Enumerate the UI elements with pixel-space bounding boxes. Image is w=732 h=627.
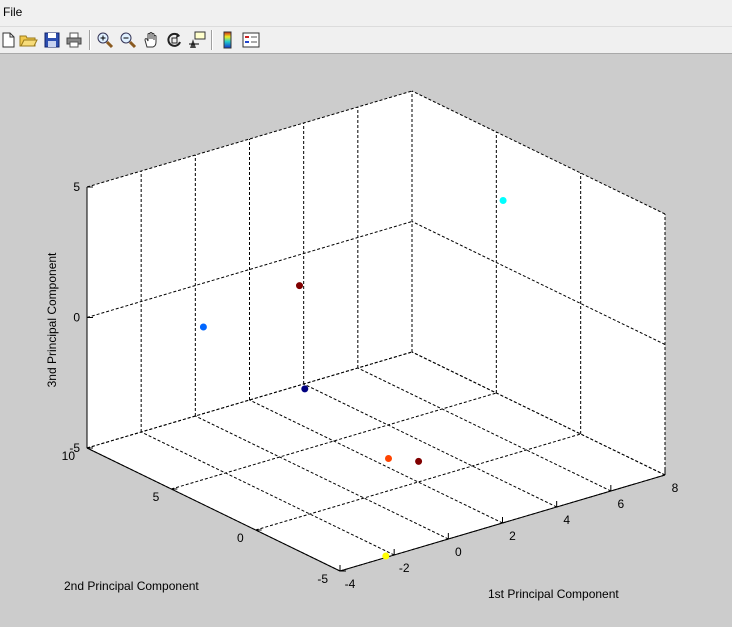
toolbar-separator: [89, 30, 91, 50]
x-tick-label: -4: [345, 577, 356, 591]
scatter-point: [301, 385, 309, 393]
figure-toolbar: [0, 27, 732, 54]
z-tick-label: 5: [73, 180, 80, 194]
open-file-icon[interactable]: [18, 30, 38, 50]
zoom-in-icon[interactable]: [95, 30, 115, 50]
menu-bar: File: [0, 0, 732, 27]
scatter-point: [499, 197, 507, 204]
print-icon[interactable]: [64, 30, 84, 50]
zoom-out-icon[interactable]: [118, 30, 138, 50]
x-tick-label: 2: [509, 529, 516, 543]
scatter-point: [199, 323, 207, 331]
save-icon[interactable]: [42, 30, 62, 50]
3d-scatter-plot[interactable]: -4-202468-50510-505 3nd Principal Compon…: [0, 54, 732, 627]
scatter-point: [415, 457, 423, 465]
x-tick-label: 6: [617, 497, 624, 511]
scatter-point: [385, 455, 392, 462]
legend-icon[interactable]: [241, 30, 261, 50]
z-tick-label: 0: [73, 311, 80, 325]
y-tick-label: 5: [153, 490, 160, 504]
toolbar-separator: [211, 30, 213, 50]
y-tick-label: -5: [317, 572, 328, 586]
menu-file[interactable]: File: [3, 5, 22, 19]
new-figure-icon[interactable]: [0, 30, 18, 50]
x-tick-label: -2: [399, 561, 410, 575]
z-tick-label: -5: [69, 441, 80, 455]
x-tick-label: 0: [455, 545, 462, 559]
rotate-3d-icon[interactable]: [164, 30, 184, 50]
axes-panes: [87, 91, 665, 571]
scatter-point: [382, 552, 390, 560]
pan-hand-icon[interactable]: [141, 30, 161, 50]
scatter-point: [296, 282, 303, 290]
x-tick-label: 4: [563, 513, 570, 527]
z-axis-label: 3nd Principal Component: [45, 252, 59, 387]
colorbar-icon[interactable]: [218, 30, 238, 50]
data-cursor-icon[interactable]: [187, 30, 207, 50]
x-tick-label: 8: [672, 481, 679, 495]
x-axis-label: 1st Principal Component: [488, 587, 619, 601]
y-tick-label: 0: [237, 531, 244, 545]
y-axis-label: 2nd Principal Component: [64, 579, 199, 593]
